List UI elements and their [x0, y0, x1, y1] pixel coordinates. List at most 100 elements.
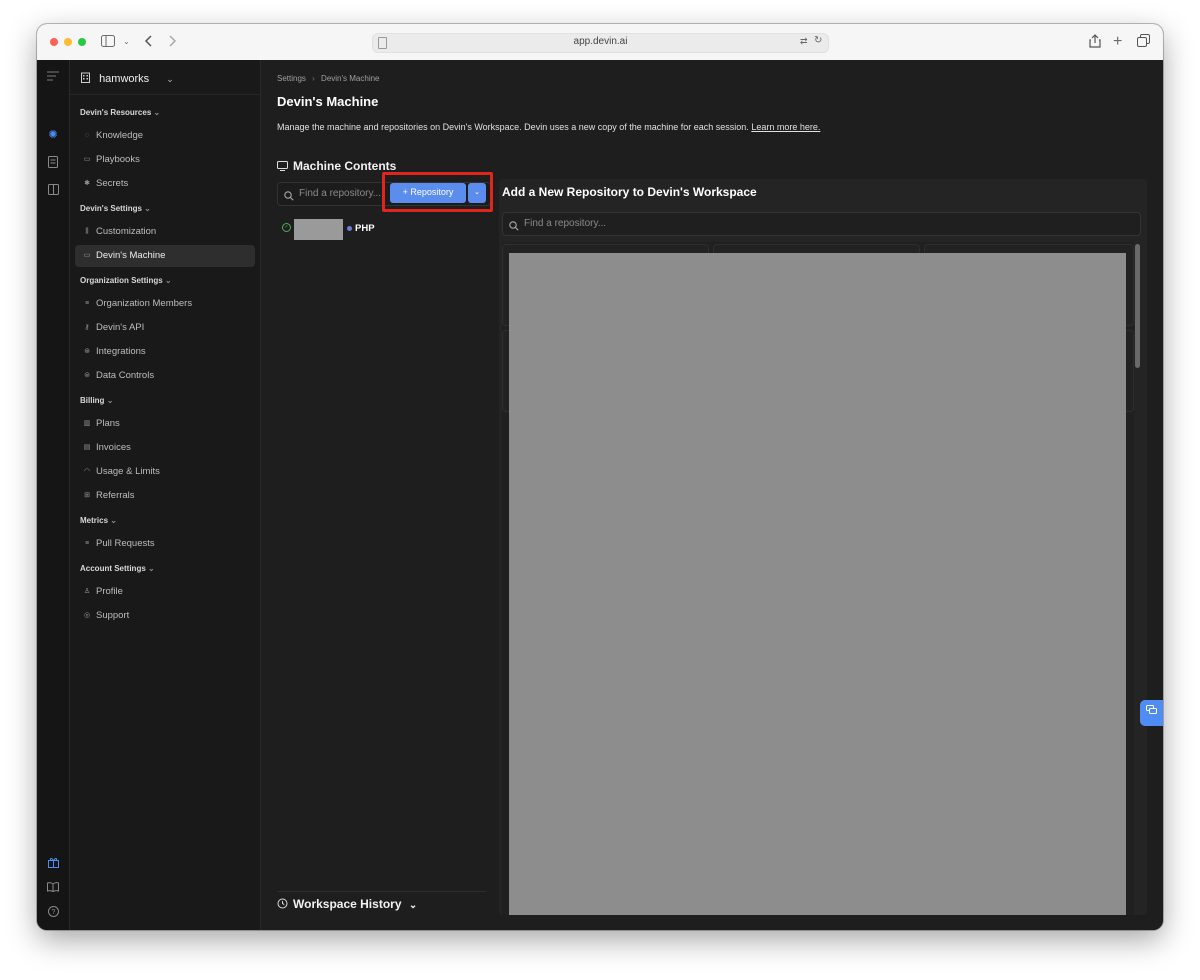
integrations-icon: ⊛	[84, 348, 90, 355]
sidebar-item-devins-machine[interactable]: ▭ Devin's Machine	[75, 245, 255, 267]
section-organization-settings[interactable]: Organization Settings ⌄	[80, 276, 172, 285]
sidebar-item-label: Data Controls	[96, 370, 155, 381]
section-account-settings[interactable]: Account Settings ⌄	[80, 564, 155, 573]
sidebar-item-label: Devin's API	[96, 322, 145, 333]
sidebar-item-customization[interactable]: ⫼ Customization	[75, 221, 255, 243]
minimize-window-button[interactable]	[64, 38, 72, 46]
chat-bubble-icon	[1146, 705, 1157, 718]
section-metrics[interactable]: Metrics ⌄	[80, 516, 117, 525]
sidebar-item-knowledge[interactable]: ◌ Knowledge	[75, 125, 255, 147]
workspace-history-toggle[interactable]: Workspace History ⌄	[277, 897, 417, 912]
scrollbar-thumb[interactable]	[1135, 244, 1140, 368]
sidebar-item-devins-api[interactable]: ⚷ Devin's API	[75, 317, 255, 339]
sidebar-item-label: Customization	[96, 226, 157, 237]
machine-contents-title: Machine Contents	[293, 159, 397, 173]
menu-icon[interactable]	[46, 71, 60, 85]
monitor-icon: ▭	[83, 252, 91, 259]
sidebar-item-label: Playbooks	[96, 154, 140, 165]
chevron-down-icon: ⌄	[408, 900, 418, 911]
api-key-icon: ⚷	[84, 324, 90, 331]
sidebar-item-label: Profile	[96, 586, 123, 597]
document-icon[interactable]	[46, 156, 60, 170]
search-placeholder: Find a repository...	[524, 218, 607, 229]
sidebar-item-label: Invoices	[96, 442, 131, 453]
sliders-icon: ⫼	[85, 228, 89, 235]
breadcrumb-settings[interactable]: Settings	[277, 74, 306, 83]
sidebar-toggle-icon[interactable]	[101, 34, 115, 50]
playbook-icon: ▭	[83, 156, 91, 163]
repo-name-redacted	[294, 219, 343, 240]
icon-rail: ✺ ?	[37, 60, 70, 930]
settings-sidebar: hamworks ⌄ Devin's Resources ⌄ ◌ Knowled…	[70, 60, 261, 930]
language-dot-icon	[347, 226, 352, 231]
sidebar-item-playbooks[interactable]: ▭ Playbooks	[75, 149, 255, 171]
sidebar-item-integrations[interactable]: ⊛ Integrations	[75, 341, 255, 363]
page-title: Devin's Machine	[277, 94, 379, 109]
tab-overview-icon[interactable]	[1137, 34, 1150, 50]
breadcrumb-current: Devin's Machine	[321, 74, 380, 83]
database-icon: ⊜	[84, 372, 90, 379]
repository-grid	[502, 242, 1134, 915]
gift-icon[interactable]	[46, 857, 60, 871]
chevron-down-icon[interactable]: ⌄	[123, 34, 130, 50]
share-icon[interactable]	[1089, 34, 1101, 51]
repo-list-item[interactable]: ✓ PHP	[277, 219, 487, 241]
devin-logo-icon[interactable]: ✺	[46, 128, 60, 142]
sidebar-item-label: Plans	[96, 418, 120, 429]
highlight-box	[382, 172, 493, 212]
address-bar[interactable]: app.devin.ai ⇄ ↻	[372, 33, 829, 53]
workspace-switcher[interactable]: hamworks ⌄	[80, 69, 174, 89]
sidebar-item-referrals[interactable]: ⊞ Referrals	[75, 485, 255, 507]
section-devins-settings[interactable]: Devin's Settings ⌄	[80, 204, 151, 213]
description-text: Manage the machine and repositories on D…	[277, 122, 749, 132]
key-icon: ✱	[84, 180, 90, 187]
sidebar-item-profile[interactable]: ♙ Profile	[75, 581, 255, 603]
sidebar-item-secrets[interactable]: ✱ Secrets	[75, 173, 255, 195]
learn-more-link[interactable]: Learn more here.	[751, 122, 820, 132]
sidebar-item-pull-requests[interactable]: ≡ Pull Requests	[75, 533, 255, 555]
gift-icon: ⊞	[84, 492, 90, 499]
search-placeholder: Find a repository...	[299, 188, 382, 199]
breadcrumb: Settings › Devin's Machine	[277, 74, 380, 83]
help-circle-icon[interactable]: ?	[46, 906, 60, 920]
lightbulb-icon: ◌	[84, 132, 90, 139]
gauge-icon: ◠	[83, 468, 91, 475]
docs-book-icon[interactable]	[46, 882, 60, 896]
page-description: Manage the machine and repositories on D…	[277, 122, 820, 132]
redacted-repository-list	[509, 253, 1126, 915]
add-repo-search-input[interactable]: Find a repository...	[502, 212, 1141, 236]
search-icon	[284, 188, 294, 206]
sidebar-item-plans[interactable]: ▥ Plans	[75, 413, 255, 435]
chat-feedback-button[interactable]	[1140, 700, 1163, 726]
reload-icon[interactable]: ↻	[814, 35, 822, 46]
sidebar-item-organization-members[interactable]: ≡ Organization Members	[75, 293, 255, 315]
sidebar-item-label: Support	[96, 610, 130, 621]
sidebar-item-label: Organization Members	[96, 298, 193, 309]
translate-icon[interactable]: ⇄	[800, 36, 808, 47]
zoom-window-button[interactable]	[78, 38, 86, 46]
section-billing[interactable]: Billing ⌄	[80, 396, 113, 405]
sidebar-item-label: Devin's Machine	[96, 250, 166, 261]
new-tab-icon[interactable]: +	[1113, 34, 1122, 50]
add-repository-panel-title: Add a New Repository to Devin's Workspac…	[502, 185, 757, 199]
back-arrow-icon[interactable]	[144, 34, 154, 51]
close-window-button[interactable]	[50, 38, 58, 46]
sidebar-item-label: Pull Requests	[96, 538, 155, 549]
sidebar-item-usage-limits[interactable]: ◠ Usage & Limits	[75, 461, 255, 483]
members-icon: ≡	[84, 300, 90, 307]
sidebar-item-data-controls[interactable]: ⊜ Data Controls	[75, 365, 255, 387]
invoice-icon: ▤	[83, 444, 91, 451]
divider	[70, 94, 260, 95]
building-icon	[80, 70, 91, 83]
monitor-icon	[277, 160, 288, 174]
pull-request-icon: ≡	[84, 540, 90, 547]
add-repository-panel: Add a New Repository to Devin's Workspac…	[499, 179, 1147, 915]
sidebar-item-invoices[interactable]: ▤ Invoices	[75, 437, 255, 459]
scrollbar[interactable]	[1135, 242, 1141, 915]
sidebar-item-support[interactable]: ◎ Support	[75, 605, 255, 627]
sidebar-item-label: Secrets	[96, 178, 129, 189]
browser-window: ⌄ app.devin.ai ⇄ ↻ + ✺ ? hamworks ⌄ Devi…	[37, 24, 1163, 930]
section-devins-resources[interactable]: Devin's Resources ⌄	[80, 108, 160, 117]
book-open-icon[interactable]	[46, 184, 60, 198]
forward-arrow-icon[interactable]	[167, 34, 177, 51]
